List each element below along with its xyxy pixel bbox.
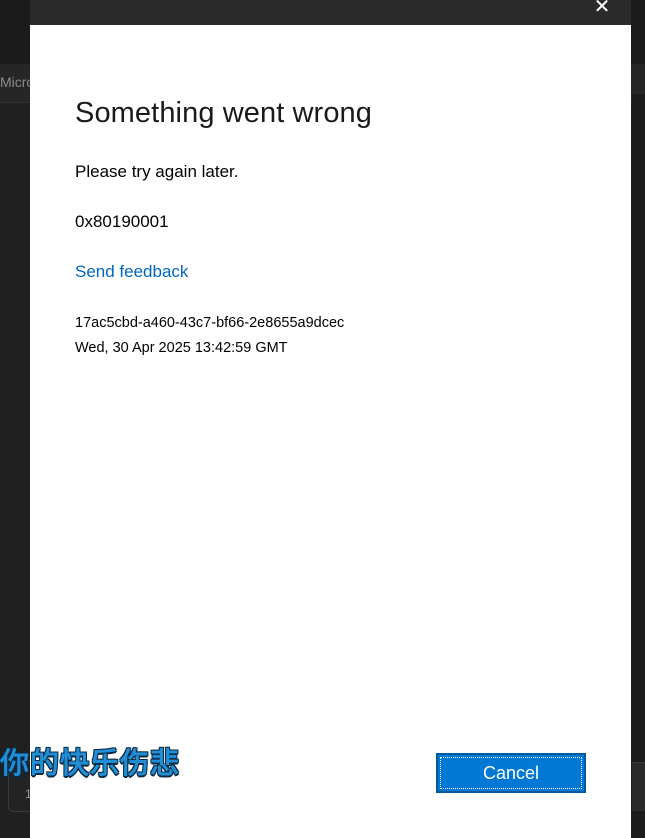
background-tab-label: Micro [0,74,30,90]
error-code: 0x80190001 [75,212,169,231]
close-icon[interactable]: ✕ [587,0,617,21]
error-timestamp: Wed, 30 Apr 2025 13:42:59 GMT [75,340,288,356]
send-feedback-link[interactable]: Send feedback [75,262,188,282]
dialog-title: Something went wrong [75,97,372,129]
cancel-button[interactable]: Cancel [436,753,586,793]
correlation-id: 17ac5cbd-a460-43c7-bf66-2e8655a9dcec [75,315,345,331]
error-message: Please try again later. [75,162,239,181]
error-dialog: Something went wrong Please try again la… [30,25,631,838]
dialog-titlebar: ✕ [30,0,631,25]
overlay-caption: 你的快乐伤悲 [0,746,181,780]
background-bottom-bar [632,762,645,811]
background-side-panel [632,94,645,838]
